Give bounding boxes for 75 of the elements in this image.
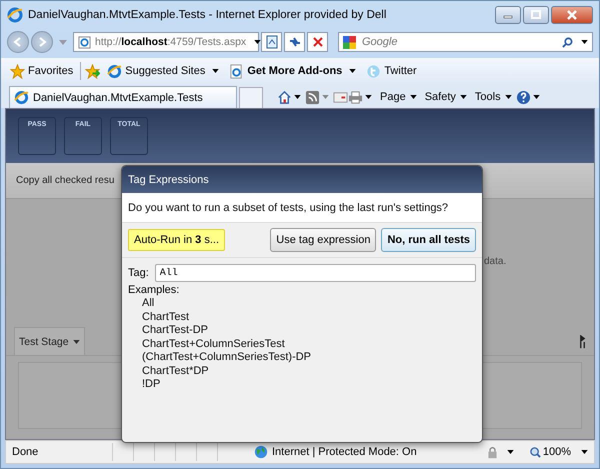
example-expression: ChartTest [141, 310, 190, 324]
maximize-icon [531, 10, 541, 20]
globe-icon [254, 445, 268, 459]
example-expression: !DP [141, 378, 162, 392]
zoom-button[interactable]: 100% [528, 446, 573, 458]
page-icon [229, 64, 244, 78]
feed-icon[interactable] [305, 90, 320, 104]
compatibility-button[interactable] [261, 32, 282, 52]
example-expression: ChartTest-DP [141, 324, 210, 338]
search-provider-icon [343, 36, 356, 48]
example-expression: ChartTest+ColumnSeriesTest [141, 338, 286, 351]
command-menu[interactable]: Page [376, 91, 421, 103]
maximize-button[interactable] [523, 6, 549, 24]
window-title: DanielVaughan.MtvtExample.Tests - Internet Explorer provided by Dell [28, 9, 388, 21]
help-icon[interactable] [516, 90, 531, 104]
countdown-badge: Auto-Run in 3 s... [128, 229, 226, 251]
tag-input[interactable]: All [154, 264, 476, 282]
caret-icon [212, 69, 220, 73]
dialog-title: Tag Expressions [122, 166, 482, 193]
example-expression: (ChartTest+ColumnSeriesTest)-DP [141, 351, 312, 364]
browser-logo-icon [14, 90, 29, 105]
security-zone: Internet | Protected Mode: On [272, 446, 417, 458]
refresh-button[interactable] [284, 32, 305, 52]
stop-button[interactable] [307, 32, 328, 52]
search-field[interactable]: Google [338, 32, 593, 52]
stop-icon [312, 36, 324, 48]
caret-icon[interactable] [581, 40, 588, 44]
command-menu[interactable]: Safety [420, 91, 471, 103]
favorites-bar-item[interactable]: Favorites [7, 64, 76, 78]
refresh-icon [288, 35, 302, 49]
action-text: Copy all checked resu [16, 175, 114, 186]
mail-icon[interactable] [333, 90, 348, 104]
dialog-button[interactable]: No, run all tests [381, 228, 476, 252]
tag-label: Tag: [128, 267, 149, 279]
caret-icon[interactable] [294, 95, 301, 99]
dialog-question: Do you want to run a subset of tests, using the last run's settings? [122, 193, 482, 223]
add-favorite-icon[interactable] [85, 64, 100, 78]
back-button[interactable] [7, 31, 29, 53]
star-icon [10, 64, 25, 78]
favorites-bar-item[interactable]: Twitter [363, 64, 420, 78]
close-icon [567, 10, 577, 20]
stage-tab[interactable]: Test Stage [14, 327, 85, 355]
page-icon [78, 36, 91, 48]
zoom-icon [530, 446, 541, 458]
caret-icon [349, 69, 356, 73]
caret-icon [460, 95, 467, 99]
examples-label: Examples: [127, 284, 180, 297]
caret-icon [72, 340, 80, 344]
caret-icon[interactable] [532, 95, 540, 99]
search-icon[interactable] [562, 36, 573, 48]
browser-logo-icon [107, 64, 122, 78]
address-field[interactable]: http://localhost:4759/Tests.aspx [73, 32, 259, 52]
caret-icon[interactable] [506, 450, 514, 454]
favorites-bar-item[interactable]: Get More Add-ons [226, 64, 360, 78]
lock-icon[interactable] [486, 446, 499, 458]
caret-icon[interactable] [254, 40, 262, 44]
dialog-button[interactable]: Use tag expression [270, 228, 376, 252]
example-expression: All [141, 297, 156, 310]
example-expression: ChartTest*DP [141, 364, 210, 378]
caret-icon[interactable] [581, 450, 588, 454]
browser-tab[interactable]: DanielVaughan.MtvtExample.Tests [9, 86, 237, 108]
caret-icon [504, 95, 512, 99]
caret-icon[interactable] [365, 95, 372, 99]
home-icon[interactable] [277, 90, 292, 104]
bird-icon [366, 64, 382, 78]
close-button[interactable] [551, 6, 593, 24]
minimize-button[interactable] [495, 6, 521, 24]
forward-button[interactable] [31, 31, 53, 53]
status-text: Done [12, 446, 40, 458]
favorites-bar-item[interactable]: Suggested Sites [104, 64, 222, 78]
background-text: data. [484, 256, 506, 267]
browser-logo-icon [7, 7, 23, 23]
command-menu[interactable]: Tools [470, 91, 516, 103]
compatibility-icon [264, 35, 278, 49]
caret-icon [410, 95, 417, 99]
